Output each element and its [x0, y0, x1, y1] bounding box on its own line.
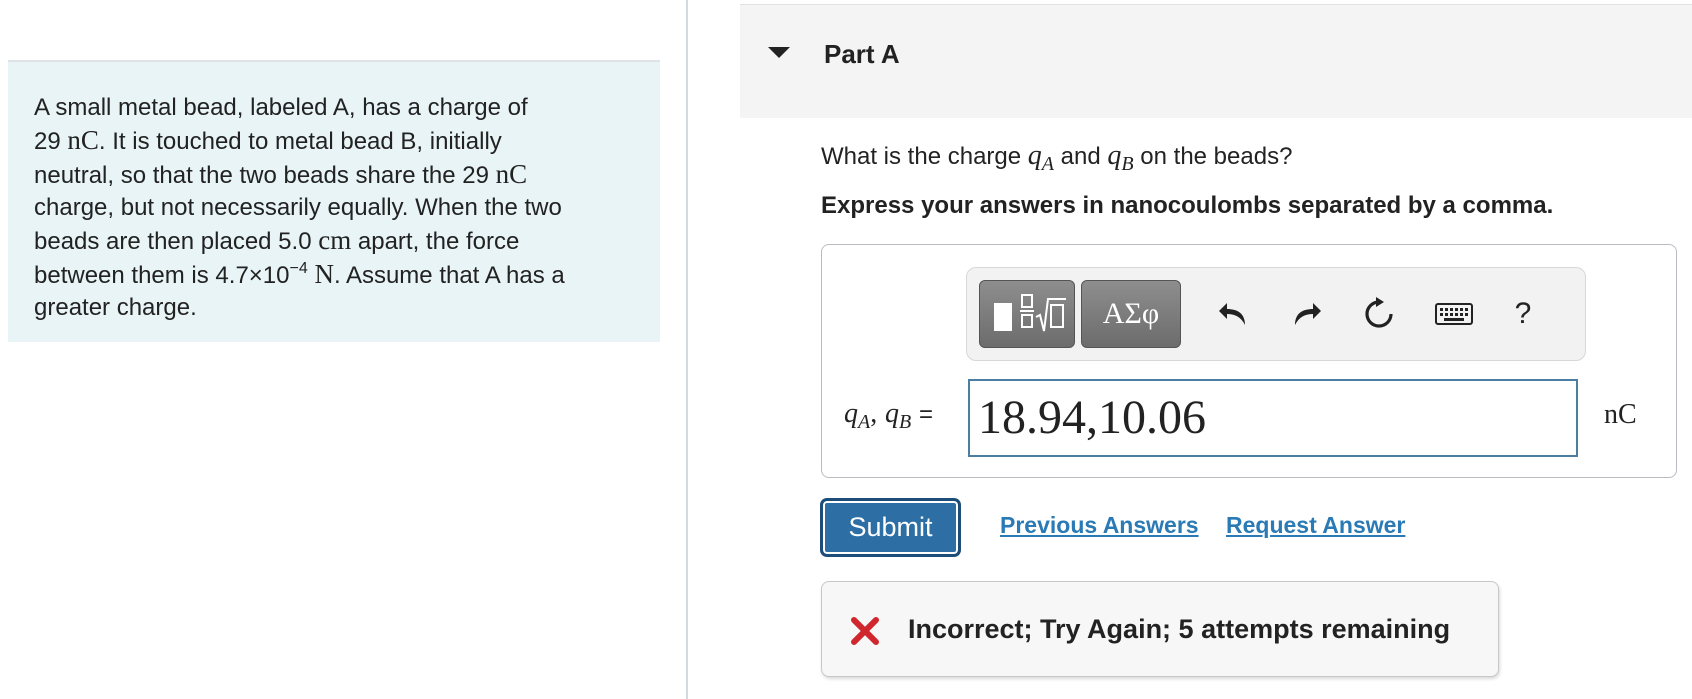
cursor-block-icon [994, 303, 1012, 331]
question-text: What is the charge qA and qB on the bead… [821, 140, 1293, 175]
submit-button[interactable]: Submit [821, 499, 960, 556]
undo-icon[interactable] [1213, 296, 1253, 332]
problem-line: greater charge. [34, 294, 197, 321]
answer-label: qA, qB = [844, 398, 934, 433]
problem-line: beads are then placed 5.0 cm apart, the … [34, 225, 520, 255]
collapse-caret-icon[interactable] [768, 47, 790, 58]
part-header[interactable]: Part A [740, 4, 1692, 118]
reset-icon[interactable] [1359, 296, 1399, 332]
previous-answers-link[interactable]: Previous Answers [1000, 512, 1199, 539]
problem-line: 29 nC. It is touched to metal bead B, in… [34, 125, 502, 155]
greek-symbols-button[interactable]: ΑΣφ [1081, 280, 1181, 348]
part-title: Part A [824, 39, 900, 69]
problem-line: between them is 4.7×10−4 N. Assume that … [34, 259, 565, 289]
fraction-root-icon [1020, 294, 1066, 332]
answer-unit: nC [1604, 399, 1637, 430]
answer-input[interactable]: 18.94,10.06 [968, 379, 1578, 457]
help-icon[interactable]: ? [1503, 296, 1543, 332]
problem-statement: A small metal bead, labeled A, has a cha… [8, 60, 660, 342]
templates-button[interactable] [979, 280, 1075, 348]
answer-box: ΑΣφ ? qA, qB = 18.94,10.06 nC [821, 244, 1677, 478]
redo-icon[interactable] [1287, 296, 1327, 332]
panel-divider [686, 0, 688, 699]
problem-line: neutral, so that the two beads share the… [34, 159, 528, 189]
problem-line: A small metal bead, labeled A, has a cha… [34, 94, 528, 121]
problem-line: charge, but not necessarily equally. Whe… [34, 194, 562, 221]
feedback-message: Incorrect; Try Again; 5 attempts remaini… [908, 614, 1451, 644]
math-toolbar: ΑΣφ ? [966, 267, 1586, 361]
feedback-box: Incorrect; Try Again; 5 attempts remaini… [821, 581, 1499, 677]
incorrect-x-icon [851, 617, 879, 645]
keyboard-icon[interactable] [1433, 296, 1475, 332]
request-answer-link[interactable]: Request Answer [1226, 512, 1405, 539]
answer-instruction: Express your answers in nanocoulombs sep… [821, 192, 1554, 219]
